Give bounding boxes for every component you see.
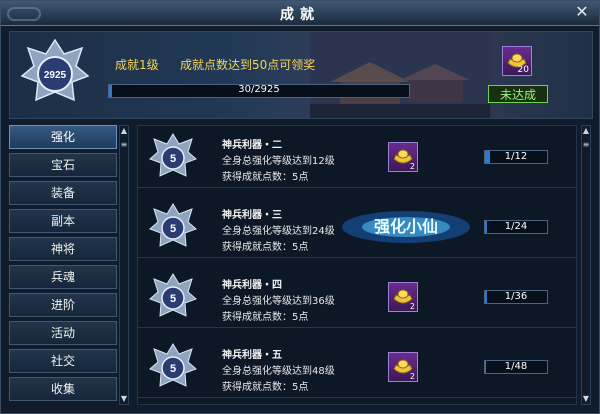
medal-points: 5 [170,153,176,165]
achievement-progress-bar: 1/36 [484,290,548,304]
list-item: 5 神兵利器・三 全身总强化等级达到24级 获得成就点数：5点 强化小仙 1/2… [138,196,576,258]
window-title: 成就 [280,7,320,23]
medal-points: 5 [170,293,176,305]
scroll-down-icon[interactable]: ▼ [582,394,590,404]
achievement-points: 获得成就点数：5点 [222,242,309,253]
category-sidebar: 强化 宝石 装备 副本 神将 兵魂 进阶 活动 社交 收集 [9,125,121,405]
achievement-name: 神兵利器・二 [222,140,282,151]
achievement-progress-text: 1/24 [504,221,528,232]
achievement-progress-text: 1/36 [504,291,528,302]
sidebar-scrollbar[interactable]: ▲ ≡ ▼ [119,125,129,405]
achievement-window: 成就 ✕ 2925 成就1级 成就点数达到50点可领奖 30/2925 20 未… [0,0,600,414]
list-item: 5 神兵利器・四 全身总强化等级达到36级 获得成就点数：5点 2 1/36 [138,266,576,328]
sidebar-item-gem[interactable]: 宝石 [9,153,117,177]
reward-item-icon[interactable]: 2 [388,142,418,172]
total-progress-text: 30/2925 [238,84,280,95]
medal-icon: 5 [149,203,197,247]
reward-count: 2 [409,302,415,311]
reward-count: 2 [409,162,415,171]
medal-icon: 5 [149,343,197,387]
scroll-thumb[interactable]: ≡ [582,140,590,150]
achievement-points: 获得成就点数：5点 [222,382,309,393]
logo-text: 强化小仙 [374,217,438,236]
reward-item-icon[interactable]: 2 [388,352,418,382]
achievement-desc: 全身总强化等级达到12级 [222,156,335,167]
reward-count: 20 [517,65,529,75]
reward-item-icon[interactable]: 2 [388,282,418,312]
medal-icon: 2925 [20,38,90,102]
achievement-summary: 2925 成就1级 成就点数达到50点可领奖 30/2925 20 未达成 [9,31,593,119]
achievement-progress-bar: 1/24 [484,220,548,234]
achievement-desc: 全身总强化等级达到36级 [222,296,335,307]
sidebar-item-advance[interactable]: 进阶 [9,293,117,317]
sidebar-item-equipment[interactable]: 装备 [9,181,117,205]
reward-count: 2 [409,372,415,381]
claim-status-button[interactable]: 未达成 [488,85,548,103]
achievement-desc: 全身总强化等级达到48级 [222,366,335,377]
achievement-points: 获得成就点数：5点 [222,172,309,183]
achievement-progress-text: 1/48 [504,361,528,372]
reward-item-icon[interactable]: 20 [502,46,532,76]
scroll-up-icon[interactable]: ▲ [120,126,128,136]
sidebar-item-collect[interactable]: 收集 [9,377,117,401]
achievement-points: 获得成就点数：5点 [222,312,309,323]
achievement-level: 成就1级 [115,58,159,72]
sidebar-item-general[interactable]: 神将 [9,237,117,261]
scenery-image [310,32,490,118]
close-icon[interactable]: ✕ [573,3,591,21]
achievement-name: 神兵利器・四 [222,280,282,291]
achievement-progress-bar: 1/48 [484,360,548,374]
medal-points: 5 [170,363,176,375]
sidebar-item-event[interactable]: 活动 [9,321,117,345]
total-progress-bar: 30/2925 [108,84,410,98]
list-item: 5 神兵利器・五 全身总强化等级达到48级 获得成就点数：5点 2 1/48 [138,336,576,398]
achievement-list: 5 神兵利器・二 全身总强化等级达到12级 获得成就点数：5点 2 1/12 5… [137,125,577,405]
medal-icon: 5 [149,133,197,177]
sidebar-item-dungeon[interactable]: 副本 [9,209,117,233]
scroll-up-icon[interactable]: ▲ [582,126,590,136]
game-logo-image: 强化小仙 [342,211,470,243]
list-scrollbar[interactable]: ▲ ≡ ▼ [581,125,591,405]
scroll-down-icon[interactable]: ▼ [120,394,128,404]
medal-icon: 5 [149,273,197,317]
achievement-name: 神兵利器・五 [222,350,282,361]
achievement-progress-bar: 1/12 [484,150,548,164]
reward-requirement: 成就点数达到50点可领奖 [180,58,316,72]
achievement-desc: 全身总强化等级达到24级 [222,226,335,237]
list-item: 5 神兵利器・二 全身总强化等级达到12级 获得成就点数：5点 2 1/12 [138,126,576,188]
total-points: 2925 [44,70,67,81]
sidebar-item-soul[interactable]: 兵魂 [9,265,117,289]
sidebar-item-social[interactable]: 社交 [9,349,117,373]
achievement-name: 神兵利器・三 [222,210,282,221]
sidebar-item-strengthen[interactable]: 强化 [9,125,117,149]
achievement-progress-text: 1/12 [504,151,528,162]
medal-points: 5 [170,223,176,235]
scroll-thumb[interactable]: ≡ [120,140,128,150]
title-bar: 成就 ✕ [1,1,599,26]
